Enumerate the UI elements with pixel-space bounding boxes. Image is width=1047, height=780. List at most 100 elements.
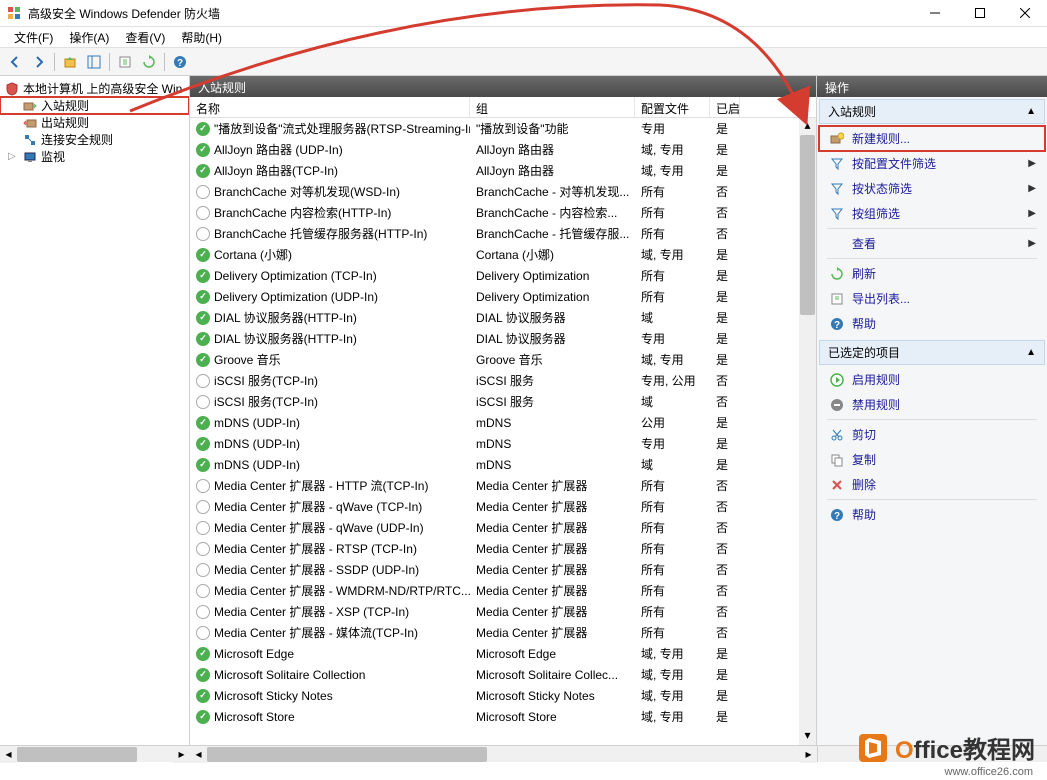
minimize-button[interactable] xyxy=(912,0,957,27)
menu-help[interactable]: 帮助(H) xyxy=(173,27,230,48)
action-help2[interactable]: ? 帮助 xyxy=(819,502,1045,527)
rule-row[interactable]: Delivery Optimization (UDP-In)Delivery O… xyxy=(190,286,816,307)
rule-row[interactable]: Media Center 扩展器 - 媒体流(TCP-In)Media Cent… xyxy=(190,622,816,643)
back-button[interactable] xyxy=(4,51,26,73)
rule-row[interactable]: Microsoft EdgeMicrosoft Edge域, 专用是 xyxy=(190,643,816,664)
tree-outbound-rules[interactable]: 出站规则 xyxy=(0,114,189,131)
rule-row[interactable]: DIAL 协议服务器(HTTP-In)DIAL 协议服务器专用是 xyxy=(190,328,816,349)
action-disable-rule[interactable]: 禁用规则 xyxy=(819,392,1045,417)
rule-profile: 所有 xyxy=(635,498,710,515)
rule-status-icon xyxy=(196,185,210,199)
tree-inbound-rules[interactable]: 入站规则 xyxy=(0,97,189,114)
tree-monitor[interactable]: ▷ 监视 xyxy=(0,148,189,165)
action-filter-state[interactable]: 按状态筛选▶ xyxy=(819,176,1045,201)
rule-row[interactable]: BranchCache 托管缓存服务器(HTTP-In)BranchCache … xyxy=(190,223,816,244)
disable-icon xyxy=(829,397,845,413)
rule-row[interactable]: Media Center 扩展器 - SSDP (UDP-In) Media Ce… xyxy=(190,559,816,580)
svg-text:?: ? xyxy=(177,58,183,69)
menu-file[interactable]: 文件(F) xyxy=(6,27,61,48)
action-cut[interactable]: 剪切 xyxy=(819,422,1045,447)
rule-profile: 专用 xyxy=(635,435,710,452)
rule-row[interactable]: Microsoft Sticky NotesMicrosoft Sticky N… xyxy=(190,685,816,706)
action-new-rule[interactable]: 新建规则... xyxy=(819,126,1045,151)
menubar: 文件(F) 操作(A) 查看(V) 帮助(H) xyxy=(0,27,1047,48)
rule-row[interactable]: Microsoft Solitaire CollectionMicrosoft … xyxy=(190,664,816,685)
actions-section-selected[interactable]: 已选定的项目▲ xyxy=(819,340,1045,365)
actions-section-inbound[interactable]: 入站规则▲ xyxy=(819,99,1045,124)
rule-row[interactable]: Microsoft StoreMicrosoft Store域, 专用是 xyxy=(190,706,816,727)
rule-group: mDNS xyxy=(470,416,635,430)
rule-group: Media Center 扩展器 xyxy=(470,561,635,578)
forward-button[interactable] xyxy=(28,51,50,73)
rule-row[interactable]: AllJoyn 路由器(TCP-In)AllJoyn 路由器域, 专用是 xyxy=(190,160,816,181)
rule-row[interactable]: Media Center 扩展器 - WMDRM-ND/RTP/RTC...Me… xyxy=(190,580,816,601)
action-enable-rule[interactable]: 启用规则 xyxy=(819,367,1045,392)
center-hscroll[interactable]: ◂▸ xyxy=(190,745,817,762)
close-button[interactable] xyxy=(1002,0,1047,27)
rule-status-icon xyxy=(196,248,210,262)
rule-row[interactable]: mDNS (UDP-In)mDNS域是 xyxy=(190,454,816,475)
rule-name: AllJoyn 路由器(TCP-In) xyxy=(214,162,338,179)
action-filter-group[interactable]: 按组筛选▶ xyxy=(819,201,1045,226)
action-help[interactable]: ? 帮助 xyxy=(819,311,1045,336)
rule-row[interactable]: mDNS (UDP-In)mDNS专用是 xyxy=(190,433,816,454)
action-view[interactable]: 查看▶ xyxy=(819,231,1045,256)
maximize-button[interactable] xyxy=(957,0,1002,27)
outbound-icon xyxy=(22,115,38,131)
rule-name: Media Center 扩展器 - SSDP (UDP-In) xyxy=(214,561,419,578)
rule-profile: 域, 专用 xyxy=(635,141,710,158)
rule-row[interactable]: BranchCache 对等机发现(WSD-In)BranchCache - 对… xyxy=(190,181,816,202)
tree-root[interactable]: 本地计算机 上的高级安全 Win xyxy=(0,80,189,97)
rule-row[interactable]: mDNS (UDP-In)mDNS公用是 xyxy=(190,412,816,433)
rule-row[interactable]: Cortana (小娜)Cortana (小娜)域, 专用是 xyxy=(190,244,816,265)
up-button[interactable] xyxy=(59,51,81,73)
refresh-button[interactable] xyxy=(138,51,160,73)
col-name[interactable]: 名称 xyxy=(190,97,470,117)
menu-action[interactable]: 操作(A) xyxy=(61,27,117,48)
rule-enabled: 是 xyxy=(710,162,740,179)
rule-row[interactable]: iSCSI 服务(TCP-In)iSCSI 服务专用, 公用否 xyxy=(190,370,816,391)
left-hscroll[interactable]: ◂▸ xyxy=(0,745,190,762)
rule-name: Delivery Optimization (TCP-In) xyxy=(214,269,377,283)
col-enabled[interactable]: 已启 xyxy=(710,97,740,117)
action-delete[interactable]: 删除 xyxy=(819,472,1045,497)
action-copy[interactable]: 复制 xyxy=(819,447,1045,472)
rules-pane-header: 入站规则 xyxy=(190,76,816,97)
rule-row[interactable]: Media Center 扩展器 - HTTP 流(TCP-In)Media C… xyxy=(190,475,816,496)
action-filter-profile[interactable]: 按配置文件筛选▶ xyxy=(819,151,1045,176)
col-group[interactable]: 组 xyxy=(470,97,635,117)
rule-group: AllJoyn 路由器 xyxy=(470,162,635,179)
rule-row[interactable]: Groove 音乐Groove 音乐域, 专用是 xyxy=(190,349,816,370)
rule-enabled: 是 xyxy=(710,330,740,347)
rule-status-icon xyxy=(196,143,210,157)
rule-row[interactable]: Delivery Optimization (TCP-In)Delivery O… xyxy=(190,265,816,286)
rule-profile: 域, 专用 xyxy=(635,687,710,704)
show-hide-button[interactable] xyxy=(83,51,105,73)
rule-row[interactable]: "播放到设备"流式处理服务器(RTSP-Streaming-In)"播放到设备"… xyxy=(190,118,816,139)
help-button[interactable]: ? xyxy=(169,51,191,73)
rule-row[interactable]: DIAL 协议服务器(HTTP-In)DIAL 协议服务器域是 xyxy=(190,307,816,328)
rule-group: Media Center 扩展器 xyxy=(470,540,635,557)
rule-group: Media Center 扩展器 xyxy=(470,582,635,599)
vertical-scrollbar[interactable]: ▴ ▾ xyxy=(799,118,816,745)
tree-connection-rules[interactable]: 连接安全规则 xyxy=(0,131,189,148)
rule-name: iSCSI 服务(TCP-In) xyxy=(214,393,318,410)
cut-icon xyxy=(829,427,845,443)
rule-row[interactable]: AllJoyn 路由器 (UDP-In)AllJoyn 路由器域, 专用是 xyxy=(190,139,816,160)
menu-view[interactable]: 查看(V) xyxy=(117,27,173,48)
rule-row[interactable]: Media Center 扩展器 - qWave (TCP-In)Media C… xyxy=(190,496,816,517)
rule-profile: 所有 xyxy=(635,288,710,305)
col-profile[interactable]: 配置文件 xyxy=(635,97,710,117)
action-export[interactable]: 导出列表... xyxy=(819,286,1045,311)
export-button[interactable] xyxy=(114,51,136,73)
rule-row[interactable]: Media Center 扩展器 - RTSP (TCP-In) Media Ce… xyxy=(190,538,816,559)
rule-row[interactable]: Media Center 扩展器 - qWave (UDP-In)Media C… xyxy=(190,517,816,538)
rule-row[interactable]: iSCSI 服务(TCP-In)iSCSI 服务域否 xyxy=(190,391,816,412)
rule-name: Media Center 扩展器 - RTSP (TCP-In) xyxy=(214,540,417,557)
rule-status-icon xyxy=(196,395,210,409)
rules-list[interactable]: "播放到设备"流式处理服务器(RTSP-Streaming-In)"播放到设备"… xyxy=(190,118,816,745)
rule-row[interactable]: Media Center 扩展器 - XSP (TCP-In)Media Cen… xyxy=(190,601,816,622)
rule-enabled: 否 xyxy=(710,498,740,515)
rule-row[interactable]: BranchCache 内容检索(HTTP-In)BranchCache - 内… xyxy=(190,202,816,223)
action-refresh[interactable]: 刷新 xyxy=(819,261,1045,286)
